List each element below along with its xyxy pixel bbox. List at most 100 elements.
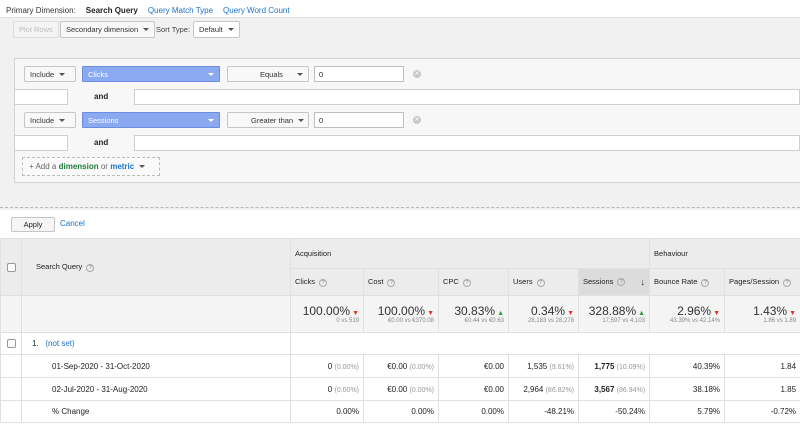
period-label: 01-Sep-2020 - 31-Oct-2020 [21,354,291,378]
col-bounce-rate[interactable]: Bounce Rate? [649,268,726,296]
col-cost[interactable]: Cost? [363,268,439,296]
total-bounce-rate: 2.96% ▼ 43.39% vs 42.14% [649,295,726,333]
apply-button[interactable]: Apply [11,217,55,232]
help-icon[interactable]: ? [536,278,545,287]
select-all-checkbox[interactable] [6,262,16,272]
filter1-remove-icon[interactable]: ✕ [413,70,421,78]
period-label: 02-Jul-2020 - 31-Aug-2020 [21,377,291,401]
col-clicks[interactable]: Clicks? [290,268,364,296]
col-bounce-rate-label: Bounce Rate [654,277,698,287]
cell-bounce-rate: 38.18% [649,377,726,401]
total-pct: 1.43% [753,304,788,318]
help-icon[interactable]: ? [86,263,95,272]
row-name-link[interactable]: (not set) [45,339,74,348]
filter1-operator-dropdown[interactable]: Equals [227,66,309,82]
chevron-down-icon [208,118,214,122]
col-sessions[interactable]: Sessions? ↓ [577,268,651,296]
arrow-down-icon: ▼ [352,310,359,317]
help-icon[interactable]: ? [783,278,792,287]
help-icon[interactable]: ? [462,278,471,287]
col-users[interactable]: Users? [508,268,579,296]
total-sub: 0 vs 519 [336,318,359,324]
filter2-value-input[interactable]: 0 [314,112,404,128]
add-dimension-or-metric-button[interactable]: + Add a dimension or metric [22,157,160,176]
cell-cpc: €0.00 [438,354,509,378]
table-row: 1. (not set) [0,332,800,355]
search-query-header[interactable]: Search Query? [21,238,291,296]
pct: (86.82%) [545,386,574,394]
sort-descending-icon[interactable]: ↓ [641,277,646,287]
dimension-search-query[interactable]: Search Query [86,6,138,15]
total-clicks: 100.00% ▼ 0 vs 519 [290,295,364,333]
cell-users: 1,535 (9.61%) [508,354,579,378]
filter2-remove-icon[interactable]: ✕ [413,116,421,124]
row-select-cell [0,332,22,355]
chevron-down-icon [143,28,150,31]
search-query-header-label: Search Query [36,262,83,272]
total-sub: €0.00 vs €370.08 [387,318,434,324]
filter1-value-input[interactable]: 0 [314,66,404,82]
help-icon[interactable]: ? [617,278,626,287]
cell-pages-session: 1.85 [724,377,800,401]
col-clicks-label: Clicks [295,277,315,287]
sort-type-dropdown[interactable]: Default [193,21,240,38]
help-icon[interactable]: ? [319,278,327,287]
plot-rows-button[interactable]: Plot Rows [13,21,59,38]
pct: (10.09%) [616,363,646,371]
col-pages-session[interactable]: Pages/Session? [724,268,800,296]
change-cost: 0.00% [363,400,439,423]
filter1-metric-label: Clicks [88,69,108,79]
chevron-down-icon [59,72,66,76]
chevron-down-icon [297,72,303,76]
value: €0.00 [387,361,408,371]
filter1-extra-right [134,89,800,105]
report-table: Search Query? Acquisition Behaviour Clic… [0,238,800,423]
value: 0 [327,384,333,394]
filter2-metric-dropdown[interactable]: Sessions [82,112,220,128]
row-checkbox[interactable] [6,339,16,349]
totals-empty-cell [21,295,291,333]
dimension-query-word-count[interactable]: Query Word Count [223,6,290,15]
filter2-operator-dropdown[interactable]: Greater than [227,112,309,128]
col-cost-label: Cost [368,277,384,287]
filter2-include-dropdown[interactable]: Include [24,112,76,128]
filter1-metric-dropdown[interactable]: Clicks [82,66,220,82]
filter2-extra-left [14,135,68,151]
col-sessions-label: Sessions [583,277,614,286]
secondary-dimension-dropdown[interactable]: Secondary dimension [60,21,156,38]
behaviour-group-header: Behaviour [649,238,800,269]
value: 2,964 [523,384,544,394]
secondary-dimension-label: Secondary dimension [66,25,139,34]
change-pages-session: -0.72% [724,400,800,423]
filter1-include-dropdown[interactable]: Include [24,66,76,82]
total-cpc: 30.83% ▲ €0.44 vs €0.63 [438,295,509,333]
total-sub: 43.39% vs 42.14% [670,318,721,324]
chevron-down-icon [208,72,214,76]
col-cpc[interactable]: CPC? [438,268,509,296]
cancel-link[interactable]: Cancel [60,219,85,228]
pct: (86.94%) [616,386,646,394]
pct: (0.00%) [334,386,359,394]
col-cpc-label: CPC [443,277,459,287]
filter2-metric-label: Sessions [88,115,119,125]
change-clicks: 0.00% [290,400,364,423]
acquisition-group-header: Acquisition [289,238,651,269]
add-or-word: or [100,162,108,171]
total-users: 0.34% ▼ 28,183 vs 28,278 [508,295,579,333]
cell-users: 2,964 (86.82%) [508,377,579,401]
help-icon[interactable]: ? [701,278,710,287]
totals-empty-cell [0,295,22,333]
help-icon[interactable]: ? [387,278,396,287]
value: 1,535 [527,361,548,371]
cell-cost: €0.00 (0.00%) [363,354,439,378]
chevron-down-icon [227,28,234,31]
add-dimension-word: dimension [58,162,99,171]
row-empty [289,332,800,355]
add-prefix: + Add a [29,162,57,171]
row-index: 1. [32,339,39,348]
total-pct: 100.00% [377,304,426,318]
col-users-label: Users [513,277,533,287]
cell-cpc: €0.00 [438,377,509,401]
arrow-down-icon: ▼ [713,310,721,317]
dimension-query-match-type[interactable]: Query Match Type [148,6,213,15]
